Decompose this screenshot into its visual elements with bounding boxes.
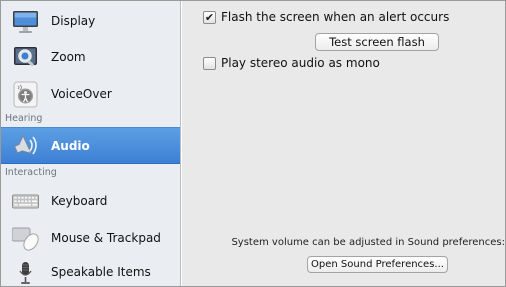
sidebar-item-label: Audio <box>51 138 90 153</box>
keyboard-icon <box>12 188 39 215</box>
mono-audio-checkbox-row[interactable]: Play stereo audio as mono <box>203 56 380 70</box>
test-screen-flash-button[interactable]: Test screen flash <box>315 33 439 51</box>
audio-icon <box>12 132 39 159</box>
display-icon <box>12 8 39 35</box>
voiceover-icon <box>12 81 39 108</box>
sidebar-item-display[interactable]: Display <box>1 3 180 39</box>
group-header-interacting: Interacting <box>5 167 57 178</box>
open-sound-preferences-button[interactable]: Open Sound Preferences... <box>307 256 448 273</box>
sidebar-item-audio[interactable]: Audio <box>1 127 180 164</box>
sidebar-item-speakable-items[interactable]: Speakable Items <box>1 254 180 286</box>
sidebar-item-label: Display <box>51 14 96 28</box>
sidebar-item-zoom[interactable]: Zoom <box>1 39 180 75</box>
group-header-hearing: Hearing <box>5 113 43 124</box>
sidebar-item-label: Speakable Items <box>51 265 151 279</box>
mono-audio-checkbox[interactable] <box>203 56 216 70</box>
flash-screen-checkbox-row[interactable]: ✔ Flash the screen when an alert occurs <box>203 10 449 24</box>
sidebar-item-mouse-trackpad[interactable]: Mouse & Trackpad <box>1 220 180 256</box>
microphone-icon <box>12 259 39 286</box>
volume-note: System volume can be adjusted in Sound p… <box>231 237 505 248</box>
sidebar: Display Zoom VoiceOver Hearing Audio Int… <box>1 1 181 286</box>
mono-audio-label: Play stereo audio as mono <box>221 56 380 70</box>
sidebar-item-label: VoiceOver <box>51 87 112 101</box>
sidebar-item-label: Mouse & Trackpad <box>51 231 161 245</box>
sidebar-item-label: Keyboard <box>51 194 108 208</box>
flash-screen-checkbox[interactable]: ✔ <box>203 10 216 24</box>
mouse-icon <box>12 225 39 252</box>
flash-screen-label: Flash the screen when an alert occurs <box>221 10 450 24</box>
sidebar-item-keyboard[interactable]: Keyboard <box>1 183 180 219</box>
audio-pane: ✔ Flash the screen when an alert occurs … <box>182 1 505 286</box>
sidebar-item-label: Zoom <box>51 50 86 64</box>
zoom-icon <box>12 44 39 71</box>
sidebar-item-voiceover[interactable]: VoiceOver <box>1 76 180 112</box>
